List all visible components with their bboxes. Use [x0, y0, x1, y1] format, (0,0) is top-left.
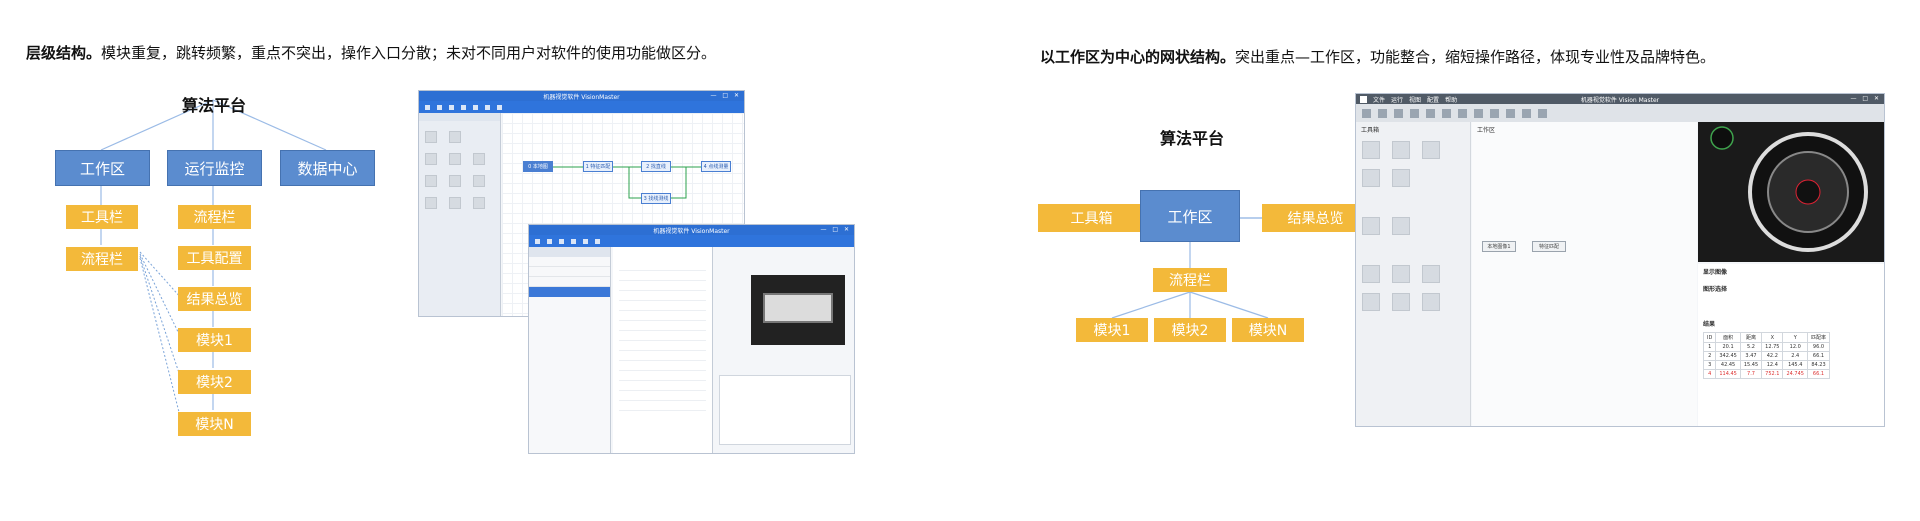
left-node-datacenter: 数据中心: [280, 150, 375, 186]
monitor-child-module1: 模块1: [178, 328, 251, 352]
slide: 层级结构。模块重复，跳转频繁，重点不突出，操作入口分散；未对不同用户对软件的使用…: [0, 0, 1920, 521]
menu-help[interactable]: 帮助: [1445, 95, 1457, 104]
old-image-preview: [751, 275, 845, 345]
table-cell: 66.1: [1806, 369, 1831, 379]
table-cell: 3: [1702, 360, 1717, 370]
canvas-node-image: 本地图像1: [1482, 241, 1516, 252]
right-node-toolbox: 工具箱: [1038, 204, 1145, 232]
old-param-panel: [613, 247, 713, 453]
app-logo-icon: [1360, 95, 1367, 103]
table-cell: 12.0: [1782, 342, 1808, 352]
left-node-flowbar: 流程栏: [66, 247, 138, 271]
table-cell: 84.23: [1806, 360, 1831, 370]
monitor-child-toolconfig: 工具配置: [178, 246, 251, 270]
table-cell: 5.2: [1739, 342, 1763, 352]
menu-view[interactable]: 视图: [1409, 95, 1421, 104]
right-node-moduleN: 模块N: [1232, 318, 1304, 342]
table-cell: 15.45: [1739, 360, 1763, 370]
canvas-node-match: 特征匹配: [1532, 241, 1566, 252]
left-root-label: 算法平台: [182, 96, 247, 115]
new-app-title: 机器视觉软件 Vision Master: [1580, 96, 1660, 104]
lens-image: [1710, 126, 1868, 252]
results-header-cell: X: [1761, 332, 1784, 343]
monitor-child-moduleN: 模块N: [178, 412, 251, 436]
table-cell: 12.4: [1761, 360, 1784, 370]
display-image-label: 显示图像: [1703, 269, 1728, 276]
old-module-list: [529, 247, 611, 453]
new-image-view: [1698, 122, 1884, 262]
table-cell: 3.47: [1739, 351, 1763, 361]
old-app-title-2: 机器视觉软件 VisionMaster: [653, 227, 730, 235]
results-table: ID 面积 距离 X Y 匹配率 1 20.1 5.2 12.75 12.0 9…: [1702, 332, 1831, 379]
new-app-window: 文件 运行 视图 配置 帮助 机器视觉软件 Vision Master — □ …: [1355, 93, 1885, 427]
right-node-module1: 模块1: [1076, 318, 1148, 342]
table-row: 3 42.45 15.45 12.4 145.4 84.23: [1702, 360, 1831, 370]
table-cell: 342.45: [1715, 351, 1741, 361]
menu-config[interactable]: 配置: [1427, 95, 1439, 104]
workspace-label: 工作区: [1477, 127, 1496, 134]
right-root-label: 算法平台: [1160, 129, 1225, 148]
monitor-child-flowbar: 流程栏: [178, 205, 251, 229]
right-node-flowbar: 流程栏: [1153, 268, 1227, 292]
right-node-workspace: 工作区: [1140, 190, 1240, 242]
results-header-cell: 匹配率: [1806, 332, 1831, 343]
table-cell: 42.45: [1715, 360, 1741, 370]
shape-select-label: 图形选择: [1703, 286, 1728, 293]
results-label: 结果: [1703, 321, 1716, 328]
new-result-panel: 显示图像 图形选择 结果 ID 面积 距离 X Y 匹配率 1 20.1 5.2…: [1698, 264, 1884, 426]
old-result-panel: [719, 375, 851, 445]
table-cell: 2.4: [1782, 351, 1808, 361]
table-cell: 96.0: [1806, 342, 1831, 352]
table-cell: 12.75: [1761, 342, 1784, 352]
toolbox-label: 工具箱: [1361, 127, 1380, 134]
right-node-module2: 模块2: [1154, 318, 1226, 342]
left-node-workspace: 工作区: [55, 150, 150, 186]
menu-run[interactable]: 运行: [1391, 95, 1403, 104]
monitor-child-module2: 模块2: [178, 370, 251, 394]
table-cell: 20.1: [1715, 342, 1741, 352]
table-cell: 752.1: [1761, 369, 1784, 379]
table-cell: 42.2: [1761, 351, 1784, 361]
results-header-row: ID 面积 距离 X Y 匹配率: [1702, 332, 1831, 343]
table-cell: 114.45: [1715, 369, 1741, 379]
table-cell: 2: [1702, 351, 1717, 361]
table-cell: 7.7: [1739, 369, 1763, 379]
table-cell: 24.745: [1782, 369, 1808, 379]
results-header-cell: Y: [1782, 332, 1808, 343]
table-row: 1 20.1 5.2 12.75 12.0 96.0: [1702, 342, 1831, 352]
new-toolbox-panel: 工具箱: [1356, 122, 1471, 426]
left-node-toolbar: 工具栏: [66, 205, 138, 229]
monitor-child-results: 结果总览: [178, 287, 251, 311]
table-row: 4 114.45 7.7 752.1 24.745 66.1: [1702, 369, 1831, 379]
table-cell: 66.1: [1806, 351, 1831, 361]
results-header-cell: 距离: [1739, 332, 1763, 343]
new-workspace-canvas: 工作区: [1472, 122, 1697, 426]
table-cell: 145.4: [1782, 360, 1808, 370]
right-node-results: 结果总览: [1262, 204, 1369, 232]
table-cell: 4: [1702, 369, 1717, 379]
left-node-monitor: 运行监控: [167, 150, 262, 186]
table-row: 2 342.45 3.47 42.2 2.4 66.1: [1702, 351, 1831, 361]
menu-file[interactable]: 文件: [1373, 95, 1385, 104]
table-cell: 1: [1702, 342, 1717, 352]
results-header-cell: 面积: [1715, 332, 1741, 343]
results-header-cell: ID: [1702, 332, 1717, 343]
old-app-window-monitor: 机器视觉软件 VisionMaster — □ ✕: [528, 224, 855, 454]
